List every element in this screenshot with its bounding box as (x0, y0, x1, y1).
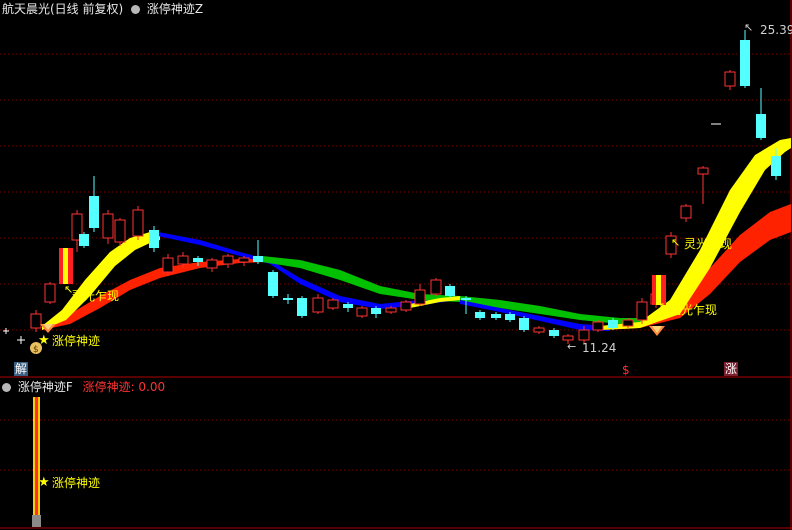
main-indicator-name[interactable]: 涨停神迹Z (147, 2, 203, 16)
candle[interactable] (89, 176, 99, 232)
candle[interactable] (491, 312, 501, 320)
candle[interactable] (400, 300, 412, 312)
candle[interactable] (114, 218, 126, 246)
sub-readout: 涨停神迹: 0.00 (82, 380, 166, 394)
candle[interactable] (327, 298, 339, 310)
candle[interactable] (79, 232, 89, 248)
candle[interactable] (253, 240, 263, 264)
candle[interactable] (475, 310, 485, 320)
candle[interactable] (697, 166, 709, 204)
pattern-label-right: 灵光乍现 (669, 303, 718, 317)
candle[interactable] (206, 258, 218, 272)
settings-icon-sub[interactable] (2, 383, 11, 392)
settings-icon[interactable] (131, 5, 141, 14)
signal-label: 涨停神迹 (52, 334, 101, 348)
dollar-badge[interactable]: $ (621, 363, 631, 377)
sub-indicator-name[interactable]: 涨停神迹F (18, 380, 73, 394)
star-icon: ★ (38, 333, 50, 348)
candle[interactable] (102, 210, 114, 244)
candle[interactable] (283, 294, 293, 304)
low-price-label: 11.24 (582, 341, 617, 355)
candle[interactable] (356, 306, 368, 318)
candle[interactable] (445, 284, 455, 298)
candle[interactable] (519, 316, 529, 332)
pattern-label-upper: 灵光乍现 (684, 237, 733, 251)
sub-signal-bar (32, 397, 41, 527)
candle[interactable] (680, 204, 692, 222)
candle[interactable] (622, 318, 634, 328)
main-header: 航天晨光(日线 前复权) 涨停神迹Z (2, 2, 203, 16)
candle[interactable] (430, 278, 442, 296)
candle[interactable] (549, 328, 559, 338)
signal-bar-left (59, 248, 73, 284)
candle[interactable] (297, 296, 307, 318)
candle[interactable] (724, 70, 736, 90)
low-arrow-icon: ← (567, 340, 576, 353)
jie-badge[interactable]: 解 (14, 362, 29, 376)
candle[interactable] (414, 284, 426, 306)
candle[interactable] (268, 270, 278, 298)
candle[interactable] (149, 226, 159, 252)
zhang-badge[interactable]: 涨 (724, 362, 739, 376)
candle[interactable] (740, 30, 750, 88)
candle[interactable] (756, 88, 766, 140)
candle[interactable] (222, 254, 234, 268)
candle[interactable] (533, 326, 545, 334)
candle[interactable] (44, 282, 56, 304)
stock-title: 航天晨光(日线 前复权) (2, 2, 124, 16)
candle[interactable] (636, 298, 648, 324)
diamond-icon-right (649, 326, 665, 336)
candle[interactable] (592, 320, 604, 332)
high-arrow-icon: ↖ (744, 21, 753, 34)
candle[interactable] (238, 256, 250, 266)
candle[interactable] (30, 310, 42, 332)
signal-label-sub: 涨停神迹 (52, 476, 101, 490)
pattern-label-left: 灵光乍现 (71, 289, 120, 303)
arrow-icon-upper: ↖ (671, 236, 680, 249)
sub-header: 涨停神迹F 涨停神迹: 0.00 (2, 380, 165, 394)
stock-chart[interactable]: $ ★ ★ ↖ ↖ ↖ ↖ ← (0, 0, 792, 530)
high-price-label: 25.39 (760, 23, 792, 37)
candle[interactable] (132, 206, 144, 240)
candle[interactable] (312, 294, 324, 314)
arrow-icon-right: ↖ (659, 300, 668, 313)
